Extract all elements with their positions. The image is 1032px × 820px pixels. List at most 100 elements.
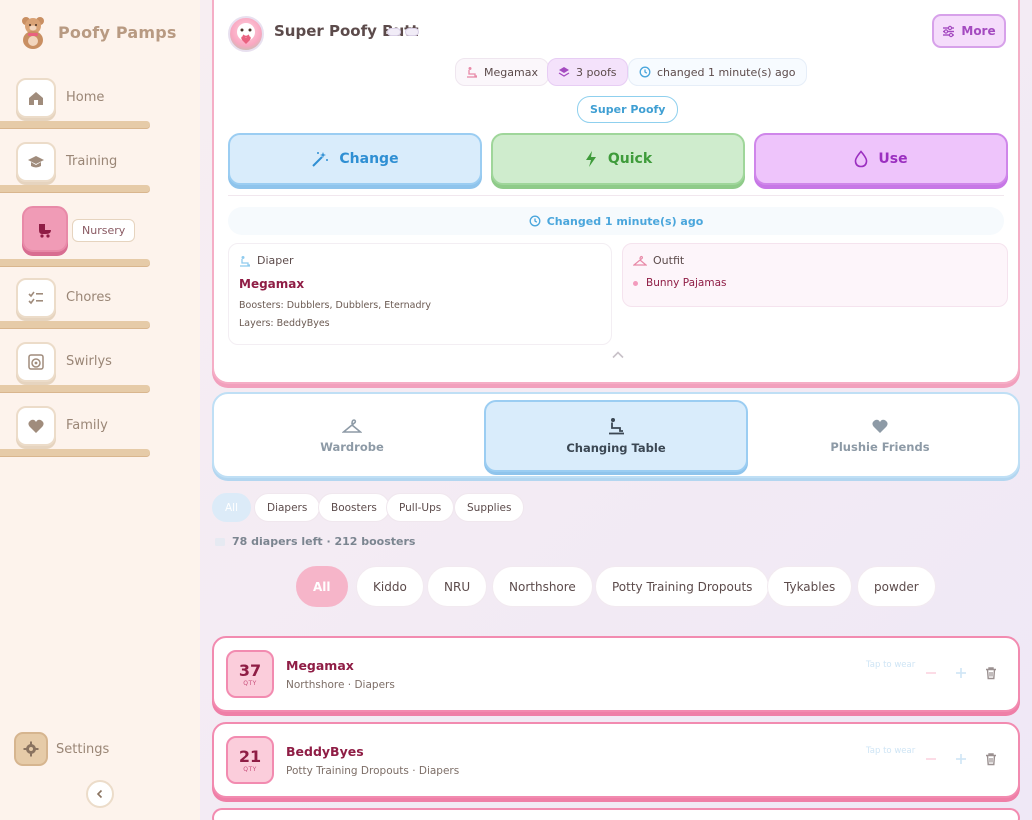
brand-filter-all[interactable]: All — [296, 566, 348, 607]
tab-wardrobe[interactable]: Wardrobe — [220, 400, 484, 472]
use-button[interactable]: Use — [754, 133, 1008, 185]
sidebar-item-home[interactable]: Home — [0, 78, 150, 128]
sidebar-item-chores[interactable]: Chores — [0, 278, 150, 328]
trash-icon[interactable] — [984, 752, 998, 766]
stack-icon — [215, 537, 225, 546]
item-meta: Northshore · Diapers — [286, 679, 395, 691]
droplet-icon — [855, 150, 868, 168]
changing-table-icon — [240, 255, 250, 267]
graduation-cap-icon — [16, 142, 56, 182]
tap-to-wear-hint[interactable]: Tap to wear — [866, 660, 915, 670]
quick-label: Quick — [607, 151, 653, 167]
hanger-icon — [633, 255, 647, 266]
brand-filter-nru[interactable]: NRU — [427, 566, 488, 607]
quantity-value: 21 — [238, 746, 262, 766]
tab-label: Wardrobe — [320, 440, 384, 454]
item-name: BeddyByes — [286, 744, 364, 759]
checklist-icon — [16, 278, 56, 318]
filter-supplies[interactable]: Supplies — [454, 493, 525, 522]
filter-pull-ups[interactable]: Pull-Ups — [386, 493, 455, 522]
filter-boosters[interactable]: Boosters — [318, 493, 390, 522]
outfit-item: Bunny Pajamas — [646, 277, 727, 289]
sidebar-item-label: Home — [66, 90, 105, 105]
tap-to-wear-hint[interactable]: Tap to wear — [866, 746, 915, 756]
brand[interactable]: Poofy Pamps — [18, 14, 177, 50]
clock-icon — [529, 215, 541, 227]
brand-filter-powder[interactable]: powder — [857, 566, 936, 607]
sidebar-item-training[interactable]: Training — [0, 142, 150, 192]
quick-button[interactable]: Quick — [491, 133, 745, 185]
nav-shelf — [0, 385, 150, 392]
settings-button[interactable]: Settings — [14, 732, 109, 766]
brand-filter-tykables[interactable]: Tykables — [767, 566, 853, 607]
quantity-badge: 21 QTY — [226, 736, 274, 784]
plus-icon[interactable] — [954, 752, 968, 766]
more-button[interactable]: More — [932, 14, 1006, 48]
sidebar-item-label: Chores — [66, 290, 112, 305]
item-name: Megamax — [286, 658, 354, 673]
tab-plushie-friends[interactable]: Plushie Friends — [748, 400, 1012, 472]
changing-table-icon — [609, 418, 624, 435]
current-diaper-panel: Diaper Megamax Boosters: Dubblers, Dubbl… — [228, 243, 612, 345]
nav-shelf — [0, 121, 150, 128]
minus-icon[interactable] — [924, 752, 938, 766]
cloud-icon — [387, 28, 401, 36]
chevron-left-icon — [96, 789, 103, 799]
inventory-row[interactable]: 21 QTY BeddyByes Potty Training Dropouts… — [212, 722, 1020, 798]
nav-shelf — [0, 259, 150, 266]
changed-chip-label: changed 1 minute(s) ago — [657, 65, 796, 79]
filter-all[interactable]: All — [212, 493, 252, 522]
gear-icon — [14, 732, 48, 766]
sidebar-item-nursery[interactable]: Nursery — [0, 206, 150, 266]
minus-icon[interactable] — [924, 666, 938, 680]
teddy-bear-icon — [18, 14, 48, 50]
sidebar-item-label: Family — [66, 418, 108, 433]
quantity-value: 37 — [238, 660, 262, 680]
more-label: More — [961, 24, 996, 38]
sidebar-item-swirlys[interactable]: Swirlys — [0, 342, 150, 392]
poofs-chip[interactable]: 3 poofs — [547, 58, 628, 86]
counts-text: 78 diapers left · 212 boosters — [232, 535, 416, 548]
trash-icon[interactable] — [984, 666, 998, 680]
plus-icon[interactable] — [954, 666, 968, 680]
changing-table-icon — [467, 67, 477, 78]
inventory-row[interactable] — [212, 808, 1020, 820]
brand-filter-potty-training-dropouts[interactable]: Potty Training Dropouts — [595, 566, 770, 607]
filter-diapers[interactable]: Diapers — [254, 493, 321, 522]
home-icon — [16, 78, 56, 118]
avatar[interactable] — [228, 16, 264, 52]
layers-icon — [558, 67, 570, 77]
use-label: Use — [878, 151, 908, 167]
quantity-label: QTY — [243, 765, 257, 773]
diaper-boosters: Boosters: Dubblers, Dubblers, Eternadry — [239, 300, 431, 311]
quantity-label: QTY — [243, 679, 257, 687]
clock-icon — [639, 66, 651, 78]
change-label: Change — [339, 151, 399, 167]
diaper-header: Diaper — [257, 254, 294, 267]
washing-machine-icon — [16, 342, 56, 382]
brand-filter-kiddo[interactable]: Kiddo — [356, 566, 424, 607]
sidebar: Poofy Pamps Home Training Nursery Chores — [0, 0, 200, 820]
sidebar-item-family[interactable]: Family — [0, 406, 150, 456]
change-button[interactable]: Change — [228, 133, 482, 185]
chevron-up-icon[interactable] — [611, 350, 625, 360]
tab-bar: Wardrobe Changing Table Plushie Friends — [212, 392, 1020, 478]
tab-label: Changing Table — [566, 441, 666, 455]
divider — [228, 195, 1004, 196]
tab-label: Plushie Friends — [830, 440, 930, 454]
outfit-header: Outfit — [653, 254, 685, 267]
quantity-badge: 37 QTY — [226, 650, 274, 698]
cloud-icon — [405, 28, 419, 36]
current-diaper-name: Megamax — [239, 277, 305, 291]
main-content: Super Poofy Butt More Megamax 3 poofs ch… — [200, 0, 1032, 820]
tab-changing-table[interactable]: Changing Table — [484, 400, 748, 472]
collapse-sidebar-button[interactable] — [86, 780, 114, 808]
diaper-layers: Layers: BeddyByes — [239, 318, 330, 329]
stroller-icon — [22, 206, 68, 252]
brand-filter-northshore[interactable]: Northshore — [492, 566, 593, 607]
sidebar-item-label: Training — [66, 154, 118, 169]
lightning-icon — [585, 151, 596, 167]
inventory-row[interactable]: 37 QTY Megamax Northshore · Diapers Tap … — [212, 636, 1020, 712]
changed-banner-text: Changed 1 minute(s) ago — [546, 214, 704, 228]
brand-chip[interactable]: Megamax — [455, 58, 549, 86]
